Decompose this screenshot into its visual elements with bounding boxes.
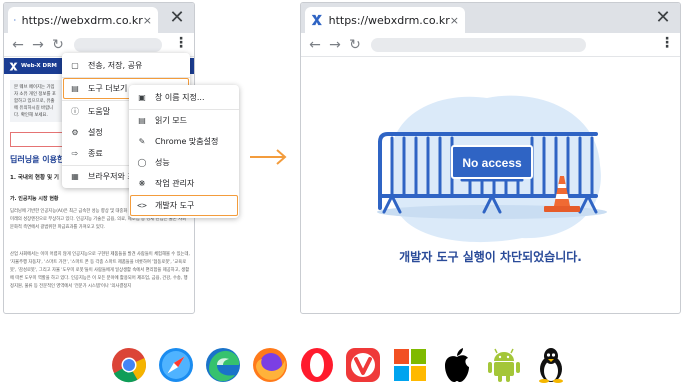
address-bar[interactable]	[371, 37, 586, 52]
article-title: 딥러닝을 이용한	[10, 155, 65, 164]
arrow-right-icon	[250, 149, 287, 165]
menu-item-label: 도움말	[88, 107, 111, 116]
managed-icon: ▦	[71, 172, 79, 181]
site-logo-icon	[9, 62, 18, 70]
menu-item-label: 성능	[155, 158, 170, 167]
exit-icon: ⇨	[71, 149, 79, 158]
back-icon[interactable]: ←	[305, 35, 325, 55]
menu-item-label: Chrome 맞춤설정	[155, 137, 219, 146]
back-icon[interactable]: ←	[8, 35, 28, 55]
forward-icon[interactable]: →	[28, 35, 48, 55]
more-tools-submenu: ▣ 창 이름 지정... ▤ 읽기 모드 ✎ Chrome 맞춤설정 ◯ 성능 …	[129, 85, 239, 218]
menu-item-label: 창 이름 지정...	[155, 93, 205, 102]
window-close-icon[interactable]: ✕	[166, 6, 188, 28]
submenu-item-performance[interactable]: ◯ 성능	[129, 152, 239, 173]
submenu-item-reader-mode[interactable]: ▤ 읽기 모드	[129, 110, 239, 131]
menu-item-label: 설정	[88, 128, 103, 137]
menu-item-label: 작업 관리자	[155, 179, 195, 188]
submenu-item-name-window[interactable]: ▣ 창 이름 지정...	[129, 87, 239, 108]
tab-close-icon[interactable]: ×	[450, 14, 459, 27]
no-access-sign-text: No access	[462, 156, 522, 170]
gear-icon: ⚙	[71, 128, 79, 137]
tab-strip: https://webxdrm.co.kr × ✕	[301, 3, 680, 33]
share-icon: ▢	[71, 61, 79, 70]
menu-item-label: 종료	[88, 149, 103, 158]
reload-icon[interactable]: ↻	[345, 35, 365, 55]
reload-icon[interactable]: ↻	[48, 35, 68, 55]
article-heading-2: 가. 인공지능 시장 현황	[10, 196, 59, 202]
menu-item-share[interactable]: ▢ 전송, 저장, 공유	[62, 55, 190, 76]
no-access-barrier-illustration: No access	[377, 95, 607, 243]
article-paragraph-2: 산업 사회에서는 이미 어렵지 않게 인공지능으로 구현된 제품들을 발견 사람…	[10, 252, 190, 289]
menu-item-label: 전송, 저장, 공유	[88, 61, 143, 70]
submenu-item-customize[interactable]: ✎ Chrome 맞춤설정	[129, 131, 239, 152]
submenu-item-task-manager[interactable]: ❋ 작업 관리자	[129, 173, 239, 194]
performance-icon: ◯	[137, 158, 147, 167]
apple-icon	[438, 346, 476, 384]
article-heading-1: 1. 국내외 현황 및 기	[10, 175, 59, 181]
webx-favicon-icon	[14, 19, 16, 21]
menu-item-label: 브라우저와 프	[88, 172, 135, 181]
windows-icon	[391, 346, 429, 384]
android-icon	[485, 346, 523, 384]
safari-icon	[157, 346, 195, 384]
address-bar[interactable]	[74, 37, 162, 52]
vivaldi-icon	[344, 346, 382, 384]
reader-icon: ▤	[138, 116, 146, 125]
help-icon: ⓘ	[71, 107, 79, 116]
webx-favicon-icon	[311, 14, 322, 26]
browser-tab[interactable]: https://webxdrm.co.kr ×	[8, 7, 158, 33]
chrome-icon	[110, 346, 148, 384]
window-icon: ▣	[138, 93, 146, 102]
notice-text: 본 웨브 페이지는 가입자 소유 개인 정보를 포함하고 있으므로, 유출에 유…	[10, 80, 62, 122]
pencil-icon: ✎	[138, 137, 146, 146]
blocked-message: 개발자 도구 실행이 차단되었습니다.	[399, 250, 582, 264]
tab-title: https://webxdrm.co.kr	[21, 13, 143, 27]
forward-icon[interactable]: →	[325, 35, 345, 55]
menu-kebab-icon[interactable]: ⋮	[660, 35, 674, 51]
task-manager-icon: ❋	[138, 179, 146, 188]
browser-toolbar: ← → ↻ ⋮	[301, 33, 680, 57]
tab-title: https://webxdrm.co.kr	[328, 13, 450, 27]
firefox-icon	[251, 346, 289, 384]
platform-icons-row	[110, 346, 570, 384]
browser-tab[interactable]: https://webxdrm.co.kr ×	[305, 7, 465, 33]
site-logo-text: Web-X DRM	[21, 63, 57, 69]
window-close-icon[interactable]: ✕	[652, 6, 674, 28]
opera-icon	[298, 346, 336, 384]
menu-kebab-icon[interactable]: ⋮	[174, 35, 188, 51]
developer-tools-highlight	[130, 195, 238, 216]
edge-icon	[204, 346, 242, 384]
linux-icon	[532, 346, 570, 384]
menu-item-label: 읽기 모드	[155, 116, 187, 125]
tab-strip: https://webxdrm.co.kr × ✕	[4, 3, 194, 33]
tab-close-icon[interactable]: ×	[143, 14, 152, 27]
